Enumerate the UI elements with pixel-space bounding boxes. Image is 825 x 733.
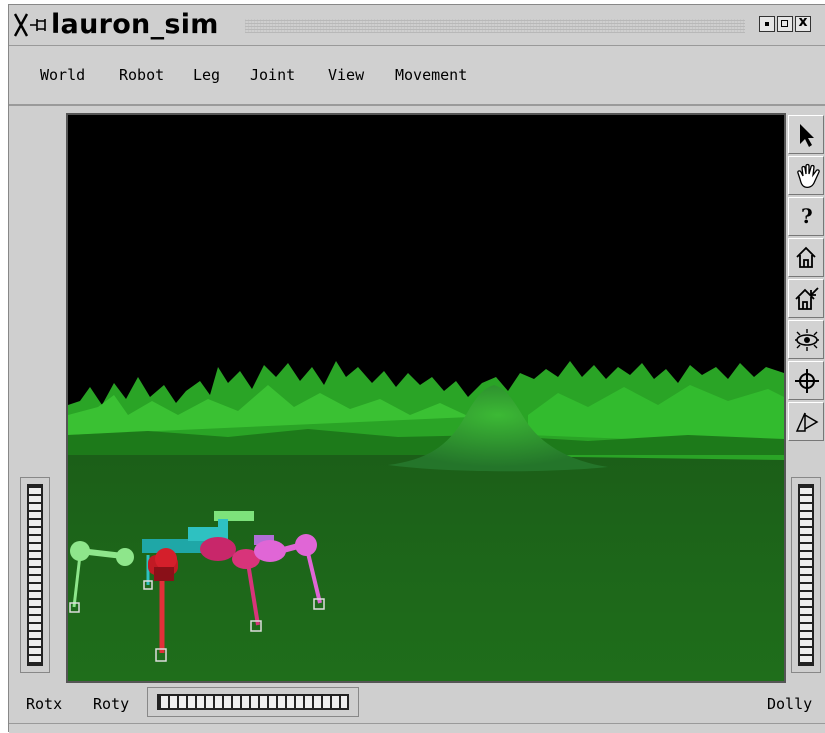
window-bottom-edge bbox=[9, 723, 825, 733]
close-button[interactable]: x bbox=[795, 14, 811, 32]
help-question-icon: ? bbox=[801, 204, 813, 228]
roty-thumbwheel[interactable] bbox=[147, 687, 359, 717]
rotx-label: Rotx bbox=[26, 695, 63, 713]
home-icon bbox=[796, 246, 816, 268]
dolly-thumbwheel[interactable] bbox=[791, 477, 821, 673]
help-button[interactable]: ? bbox=[788, 197, 824, 236]
menu-bar: World Robot Leg Joint View Movement bbox=[9, 46, 825, 106]
set-home-button[interactable] bbox=[788, 279, 824, 318]
select-arrow-icon bbox=[800, 124, 814, 147]
menu-view[interactable]: View bbox=[328, 66, 364, 84]
menu-robot[interactable]: Robot bbox=[119, 66, 164, 84]
viewer-toolbar: ? bbox=[786, 113, 825, 453]
menu-joint[interactable]: Joint bbox=[250, 66, 295, 84]
menu-movement[interactable]: Movement bbox=[395, 66, 467, 84]
application-window: lauron_sim x World Robot Leg Joint View … bbox=[8, 4, 825, 733]
perspective-icon bbox=[795, 412, 819, 432]
dolly-label: Dolly bbox=[767, 695, 813, 713]
menu-world[interactable]: World bbox=[40, 66, 85, 84]
title-bar-stripes[interactable] bbox=[245, 19, 745, 33]
minimize-button[interactable] bbox=[759, 16, 775, 32]
close-icon: x bbox=[798, 14, 808, 30]
hand-pan-icon bbox=[797, 163, 820, 189]
window-title: lauron_sim bbox=[51, 9, 219, 40]
menu-leg[interactable]: Leg bbox=[193, 66, 220, 84]
maximize-button[interactable] bbox=[777, 16, 793, 32]
title-bar[interactable]: lauron_sim x bbox=[9, 5, 825, 46]
perspective-toggle-button[interactable] bbox=[788, 402, 824, 441]
pan-tool-button[interactable] bbox=[788, 156, 824, 195]
roty-label: Roty bbox=[93, 695, 130, 713]
view-all-eye-icon bbox=[795, 329, 819, 351]
x-window-logo-icon bbox=[13, 13, 46, 37]
seek-crosshair-icon bbox=[795, 369, 819, 393]
home-button[interactable] bbox=[788, 238, 824, 277]
3d-viewport[interactable] bbox=[66, 113, 786, 683]
set-home-icon bbox=[795, 287, 819, 310]
rotx-thumbwheel[interactable] bbox=[20, 477, 50, 673]
select-tool-button[interactable] bbox=[788, 115, 824, 154]
view-all-button[interactable] bbox=[788, 320, 824, 359]
seek-button[interactable] bbox=[788, 361, 824, 400]
